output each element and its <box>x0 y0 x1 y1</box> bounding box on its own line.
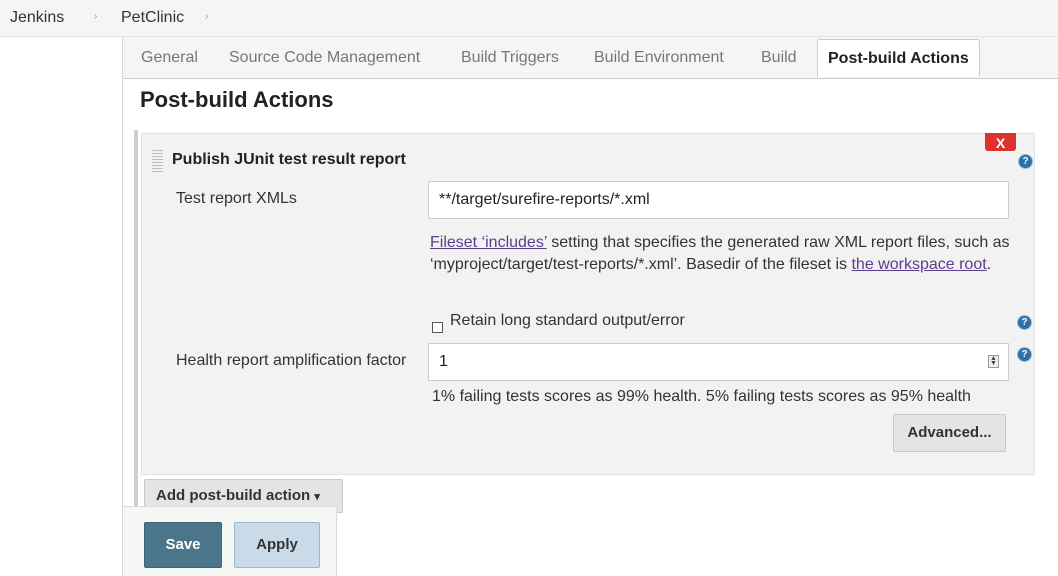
health-factor-label: Health report amplification factor <box>176 352 407 369</box>
apply-button[interactable]: Apply <box>234 522 320 568</box>
help-icon[interactable]: ? <box>1018 348 1031 361</box>
help-icon[interactable]: ? <box>1019 155 1032 168</box>
breadcrumb-separator-icon: › <box>205 11 209 22</box>
section-title: Post-build Actions <box>140 87 334 112</box>
tab-build-triggers[interactable]: Build Triggers <box>461 49 559 67</box>
test-report-label: Test report XMLs <box>176 190 297 207</box>
panel-title: Publish JUnit test result report <box>172 151 406 168</box>
config-tab-bar: General Source Code Management Build Tri… <box>123 37 1058 79</box>
tab-build-environment[interactable]: Build Environment <box>594 49 724 67</box>
add-action-label: Add post-build action <box>156 487 311 504</box>
left-gutter <box>0 37 123 576</box>
drag-handle-icon[interactable] <box>152 150 163 172</box>
breadcrumb-item-petclinic[interactable]: PetClinic <box>121 9 184 27</box>
tab-general[interactable]: General <box>141 49 198 67</box>
advanced-button[interactable]: Advanced... <box>893 414 1006 452</box>
workspace-root-link[interactable]: the workspace root <box>851 256 986 273</box>
delete-step-button[interactable]: X <box>985 133 1016 151</box>
number-spinner-icon[interactable]: ▲ ▼ <box>988 355 999 368</box>
caret-down-icon: ▾ <box>314 491 320 503</box>
fileset-includes-link[interactable]: Fileset ‘includes’ <box>430 234 547 251</box>
tab-post-build-actions[interactable]: Post-build Actions <box>817 39 980 77</box>
breadcrumb-item-jenkins[interactable]: Jenkins <box>10 9 64 27</box>
health-factor-input[interactable] <box>428 343 1009 381</box>
section-divider <box>134 130 138 510</box>
health-factor-hint: 1% failing tests scores as 99% health. 5… <box>432 388 971 405</box>
retain-output-checkbox[interactable] <box>432 322 443 333</box>
breadcrumb-separator-icon: › <box>94 11 98 22</box>
field-description: Fileset ‘includes’ setting that specifie… <box>430 232 1010 276</box>
breadcrumb: Jenkins › PetClinic › <box>0 0 1058 37</box>
test-report-xmls-input[interactable] <box>428 181 1009 219</box>
description-end: . <box>986 256 992 273</box>
help-icon[interactable]: ? <box>1018 316 1031 329</box>
tab-build[interactable]: Build <box>761 49 797 67</box>
retain-output-label: Retain long standard output/error <box>450 312 685 329</box>
tab-source-code-management[interactable]: Source Code Management <box>229 49 420 67</box>
save-button[interactable]: Save <box>144 522 222 568</box>
